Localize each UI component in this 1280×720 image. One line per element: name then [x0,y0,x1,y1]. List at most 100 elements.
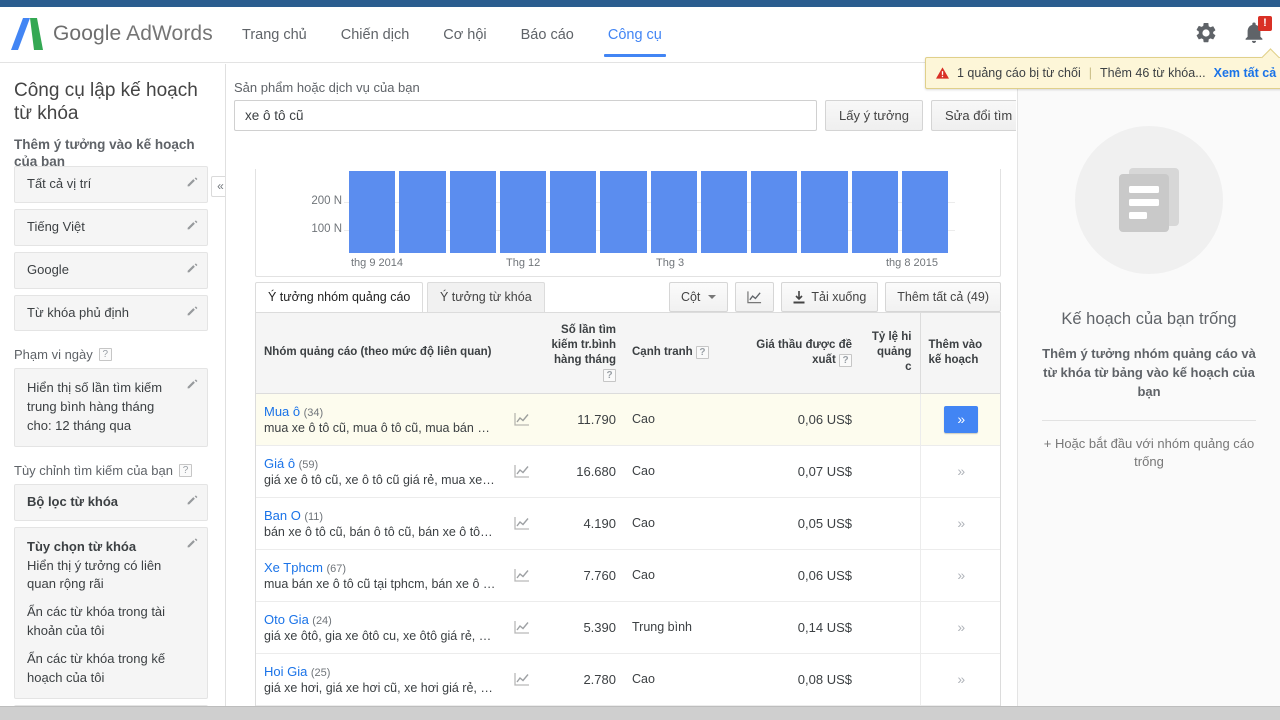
help-icon[interactable]: ? [696,346,709,359]
ad-group-name[interactable]: Oto Gia [264,612,309,627]
ad-group-count: (67) [327,563,347,575]
start-empty-ad-group-link[interactable]: + Hoặc bắt đầu với nhóm quảng cáo trống [1042,435,1256,473]
graph-view-button[interactable] [735,282,774,312]
chart-bar[interactable] [701,171,747,253]
brand-adwords: AdWords [126,22,213,45]
sidebar-card-network[interactable]: Google [14,252,208,289]
chart-bar[interactable] [450,171,496,253]
nav-item-trang-chu[interactable]: Trang chủ [225,7,324,63]
tab-ad-group-ideas[interactable]: Ý tưởng nhóm quảng cáo [255,282,423,312]
cell-sparkline[interactable] [504,549,540,601]
ad-group-name[interactable]: Giá ô [264,456,295,471]
help-icon[interactable]: ? [839,354,852,367]
pencil-icon[interactable] [186,493,199,506]
gear-icon[interactable] [1194,21,1218,47]
line-chart-icon[interactable] [514,516,530,530]
ad-group-name[interactable]: Xe Tphcm [264,560,323,575]
cell-sparkline[interactable] [504,601,540,653]
sidebar-card-keyword-options[interactable]: Tùy chọn từ khóa Hiển thị ý tưởng có liê… [14,527,208,699]
col-header-suggested-bid[interactable]: Giá thầu được đề xuất ? [736,313,860,393]
add-to-plan-button[interactable]: » [944,406,978,433]
nav-item-cong-cu[interactable]: Công cụ [591,7,679,63]
table-row[interactable]: Ban O (11) bán xe ô tô cũ, bán ô tô cũ, … [256,497,1001,549]
get-ideas-button[interactable]: Lấy ý tưởng [825,100,923,131]
chart-bar[interactable] [399,171,445,253]
sidebar-collapse-button[interactable]: « [211,176,226,197]
sidebar-card-keyword-filters[interactable]: Bộ lọc từ khóa [14,484,208,521]
ad-group-count: (11) [304,511,323,523]
chart-bar[interactable] [500,171,546,253]
search-input[interactable] [234,100,817,131]
nav-item-co-hoi[interactable]: Cơ hội [426,7,503,63]
modify-search-button[interactable]: Sửa đổi tìm kiếm [931,100,1016,131]
chart-bar[interactable] [852,171,898,253]
pencil-icon[interactable] [186,175,199,188]
col-header-ad-impr-share[interactable]: Tỷ lệ hi quảng c [860,313,920,393]
add-to-plan-button[interactable]: » [944,510,978,537]
download-button[interactable]: Tải xuống [781,282,878,312]
sidebar-card-date-range[interactable]: Hiển thị số lần tìm kiếm trung bình hàng… [14,368,208,447]
ad-group-name[interactable]: Mua ô [264,404,300,419]
brand-logo[interactable]: Google AdWords [10,16,213,52]
add-to-plan-button[interactable]: » [944,562,978,589]
cell-sparkline[interactable] [504,653,540,705]
chart-bar[interactable] [751,171,797,253]
chart-x-tick-label: Thg 12 [506,257,540,269]
cell-sparkline[interactable] [504,445,540,497]
table-row[interactable]: Hoi Gia (25) giá xe hơi, giá xe hơi cũ, … [256,653,1001,705]
cell-competition: Cao [624,393,736,445]
nav-item-bao-cao[interactable]: Báo cáo [504,7,591,63]
table-row[interactable]: Xe Tphcm (67) mua bán xe ô tô cũ tại tph… [256,549,1001,601]
help-icon[interactable]: ? [99,348,112,361]
add-all-button[interactable]: Thêm tất cả (49) [885,282,1001,312]
col-header-ad-group[interactable]: Nhóm quảng cáo (theo mức độ liên quan) [256,313,504,393]
cell-suggested-bid: 0,07 US$ [736,445,860,497]
bell-icon[interactable]: ! [1242,21,1266,47]
col-header-avg-searches[interactable]: Số lần tìm kiếm tr.bình hàng tháng ? [540,313,624,393]
line-chart-icon[interactable] [514,620,530,634]
plan-divider [1042,420,1256,421]
table-row[interactable]: Oto Gia (24) giá xe ôtô, gia xe ôtô cu, … [256,601,1001,653]
chart-bar[interactable] [550,171,596,253]
add-to-plan-button[interactable]: » [944,614,978,641]
chart-bar[interactable] [600,171,646,253]
add-to-plan-button[interactable]: » [944,666,978,693]
table-row[interactable]: Mua ô (34) mua xe ô tô cũ, mua ô tô cũ, … [256,393,1001,445]
table-row[interactable]: Giá ô (59) giá xe ô tô cũ, xe ô tô cũ gi… [256,445,1001,497]
notification-banner[interactable]: 1 quảng cáo bị từ chối | Thêm 46 từ khóa… [925,57,1280,89]
chart-bar[interactable] [801,171,847,253]
ad-group-name[interactable]: Hoi Gia [264,664,307,679]
cell-competition: Cao [624,549,736,601]
line-chart-icon[interactable] [514,412,530,426]
help-icon[interactable]: ? [603,369,616,382]
sidebar-card-negative-keywords[interactable]: Từ khóa phủ định [14,295,208,332]
pencil-icon[interactable] [186,218,199,231]
cell-sparkline[interactable] [504,393,540,445]
sidebar-card-title: Bộ lọc từ khóa [27,493,177,512]
chart-bar[interactable] [902,171,948,253]
pencil-icon[interactable] [186,377,199,390]
columns-button[interactable]: Cột [669,282,728,312]
pencil-icon[interactable] [186,536,199,549]
cell-ad-impr-share [860,549,920,601]
line-chart-icon[interactable] [514,672,530,686]
pencil-icon[interactable] [186,261,199,274]
sidebar-card-language[interactable]: Tiếng Việt [14,209,208,246]
line-chart-icon[interactable] [514,464,530,478]
nav-item-chien-dich[interactable]: Chiến dịch [324,7,427,63]
sidebar-card-all-locations[interactable]: Tất cả vị trí [14,166,208,203]
line-chart-icon[interactable] [514,568,530,582]
pencil-icon[interactable] [186,304,199,317]
add-to-plan-button[interactable]: » [944,458,978,485]
search-volume-chart[interactable]: 200 N100 N thg 9 2014Thg 12Thg 3thg 8 20… [255,169,1001,277]
cell-sparkline[interactable] [504,497,540,549]
chart-bar[interactable] [349,171,395,253]
tab-keyword-ideas[interactable]: Ý tưởng từ khóa [427,282,545,312]
chart-bar[interactable] [651,171,697,253]
adwords-logo-icon [10,16,44,52]
notification-view-all-link[interactable]: Xem tất cả [1214,66,1277,80]
col-header-competition[interactable]: Cạnh tranh ? [624,313,736,393]
ad-group-ideas-table-wrap: Nhóm quảng cáo (theo mức độ liên quan) S… [255,312,1001,720]
ad-group-name[interactable]: Ban O [264,508,301,523]
help-icon[interactable]: ? [179,464,192,477]
